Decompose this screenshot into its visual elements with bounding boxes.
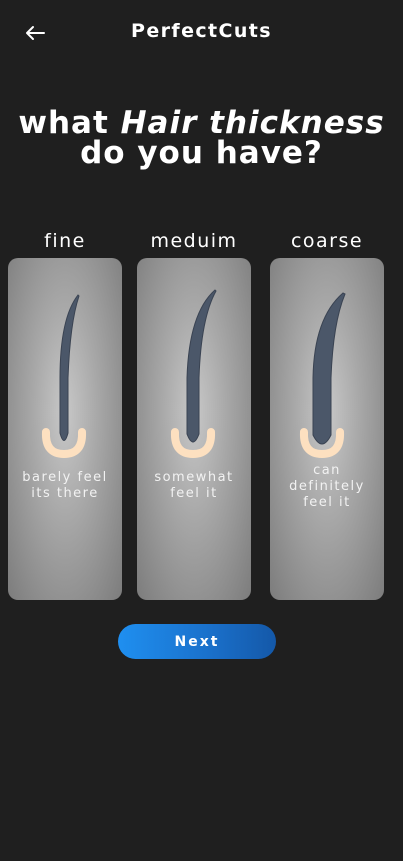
option-description: can definitely feel it	[289, 463, 365, 510]
option-coarse[interactable]: coarse can definitely feel it	[270, 228, 384, 600]
option-card[interactable]: can definitely feel it	[270, 258, 384, 600]
option-medium[interactable]: meduim somewhat feel it	[137, 228, 251, 600]
option-description: somewhat feel it	[154, 470, 234, 501]
option-label: coarse	[290, 230, 364, 252]
option-description: barely feel its there	[22, 470, 108, 501]
app-title: PerfectCuts	[131, 20, 272, 42]
option-fine[interactable]: fine barely feel its there	[8, 228, 122, 600]
option-label: fine	[44, 230, 86, 252]
hair-strand-fine-icon	[41, 294, 87, 459]
page-question: what Hair thickness do you have?	[0, 108, 403, 171]
hair-strand-medium-icon	[170, 289, 217, 459]
question-line2: do you have?	[80, 135, 323, 171]
next-button[interactable]: Next	[118, 624, 276, 659]
option-card[interactable]: somewhat feel it	[137, 258, 251, 600]
hair-strand-coarse-icon	[299, 292, 346, 459]
option-label: meduim	[150, 230, 238, 252]
option-card[interactable]: barely feel its there	[8, 258, 122, 600]
